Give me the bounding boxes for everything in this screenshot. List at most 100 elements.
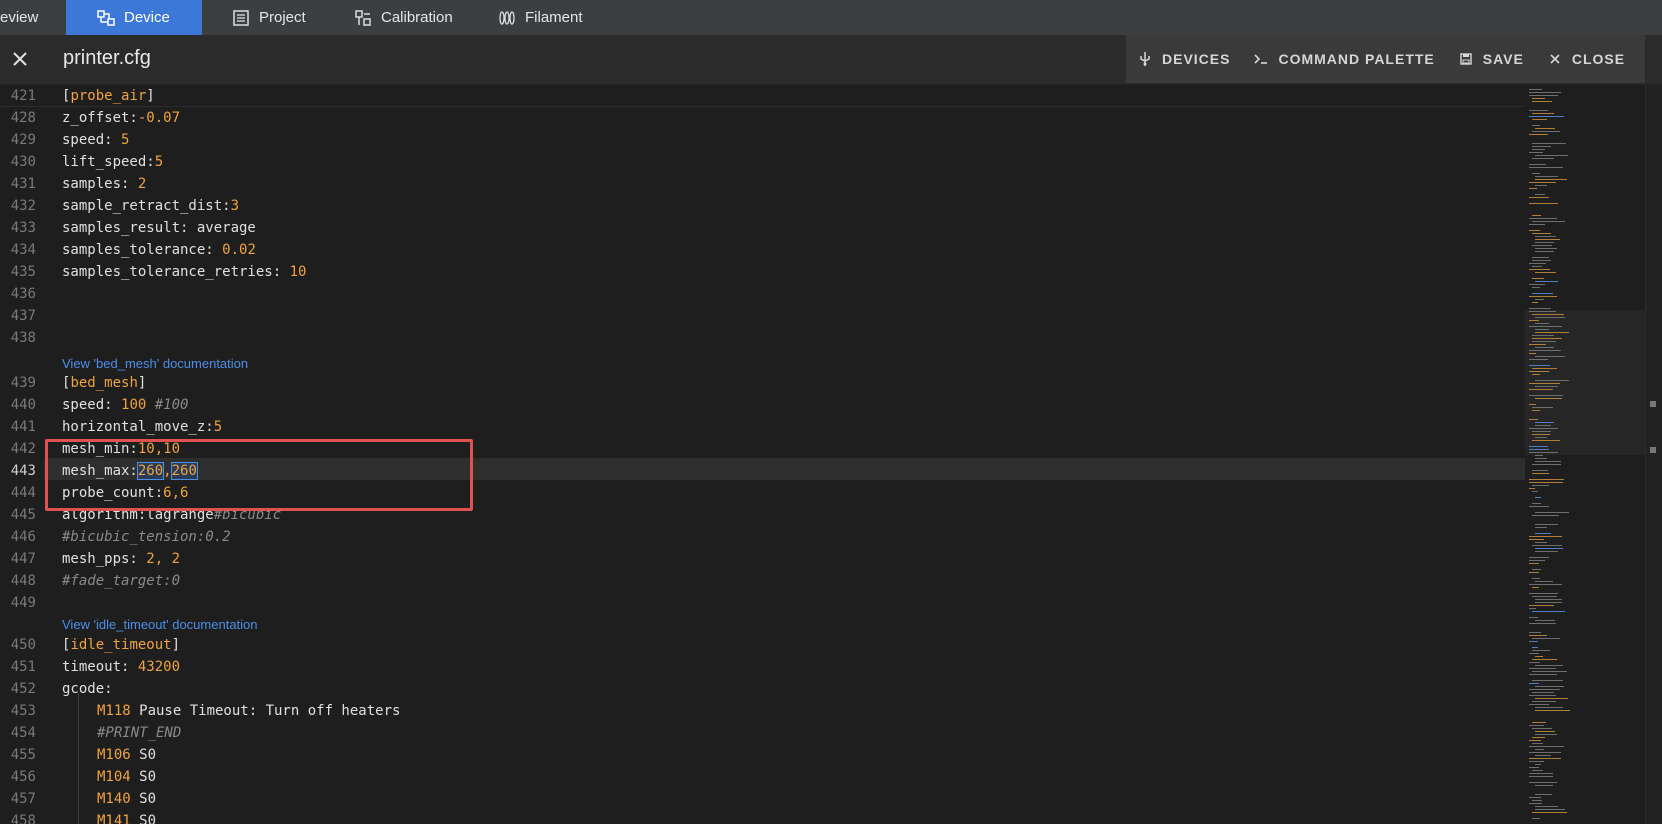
code-line[interactable]: 436: [0, 283, 1525, 305]
code-line[interactable]: 435 samples_tolerance_retries: 10: [0, 261, 1525, 283]
code-line[interactable]: 432 sample_retract_dist:3: [0, 195, 1525, 217]
minimap-line: [1532, 98, 1545, 99]
minimap-line: [1529, 668, 1556, 669]
minimap-line: [1532, 692, 1554, 693]
tab-project[interactable]: Project: [232, 0, 306, 35]
minimap-line: [1535, 764, 1541, 765]
code-line[interactable]: 447 mesh_pps: 2, 2: [0, 548, 1525, 570]
minimap-line: [1529, 152, 1543, 153]
code-line[interactable]: 457 M140 S0: [0, 788, 1525, 810]
devices-button[interactable]: DEVICES: [1126, 35, 1242, 83]
tab-device[interactable]: Device: [66, 0, 202, 35]
code-line[interactable]: 437: [0, 305, 1525, 327]
code-line[interactable]: 449: [0, 592, 1525, 614]
code-line[interactable]: 440 speed: 100 #100: [0, 394, 1525, 416]
close-editor-icon[interactable]: [8, 47, 32, 71]
line-text: [bed_mesh]: [62, 375, 147, 391]
minimap-line: [1535, 533, 1551, 534]
line-number: 456: [10, 769, 36, 785]
minimap-line: [1535, 542, 1547, 543]
code-line[interactable]: 441 horizontal_move_z:5: [0, 416, 1525, 438]
minimap-line: [1529, 563, 1539, 564]
line-number: 454: [10, 725, 36, 741]
minimap-line: [1529, 428, 1558, 429]
minimap-line: [1529, 110, 1548, 111]
tab-calibration[interactable]: Calibration: [354, 0, 453, 35]
save-button[interactable]: SAVE: [1447, 35, 1536, 83]
minimap-line: [1532, 368, 1557, 369]
minimap-line: [1535, 581, 1553, 582]
minimap-line: [1535, 242, 1554, 243]
minimap[interactable]: [1525, 85, 1645, 824]
minimap-line: [1532, 410, 1540, 411]
code-line[interactable]: 450 [idle_timeout]: [0, 634, 1525, 656]
code-line[interactable]: 458 M141 S0: [0, 810, 1525, 824]
minimap-line: [1529, 404, 1536, 405]
code-line[interactable]: 456 M104 S0: [0, 766, 1525, 788]
command-palette-button[interactable]: COMMAND PALETTE: [1242, 35, 1446, 83]
code-editor[interactable]: 421 [probe_air] 428 z_offset:-0.07 429 s…: [0, 85, 1530, 824]
minimap-line: [1532, 647, 1538, 648]
minimap-line: [1532, 578, 1540, 579]
code-line[interactable]: 453 M118 Pause Timeout: Turn off heaters: [0, 700, 1525, 722]
minimap-line: [1532, 470, 1548, 471]
line-number: 438: [10, 330, 36, 346]
code-line[interactable]: 433 samples_result: average: [0, 217, 1525, 239]
line-number: 431: [10, 176, 36, 192]
line-text: speed: 100 #100: [62, 397, 189, 413]
minimap-line: [1529, 449, 1549, 450]
line-text: #fade_target:0: [62, 573, 181, 589]
code-line[interactable]: 430 lift_speed:5: [0, 151, 1525, 173]
minimap-line: [1532, 293, 1553, 294]
line-text: M141 S0: [97, 813, 157, 824]
minimap-line: [1529, 641, 1538, 642]
code-line[interactable]: 454 #PRINT_END: [0, 722, 1525, 744]
minimap-line: [1535, 317, 1565, 318]
code-line[interactable]: 451 timeout: 43200: [0, 656, 1525, 678]
code-line[interactable]: 448 #fade_target:0: [0, 570, 1525, 592]
minimap-line: [1535, 251, 1554, 252]
code-line[interactable]: 452 gcode:: [0, 678, 1525, 700]
minimap-line: [1529, 89, 1542, 90]
code-line[interactable]: 446 #bicubic_tension:0.2: [0, 526, 1525, 548]
minimap-line: [1535, 527, 1547, 528]
close-button[interactable]: CLOSE: [1536, 35, 1637, 83]
minimap-line: [1529, 188, 1537, 189]
code-line[interactable]: 455 M106 S0: [0, 744, 1525, 766]
bed-mesh-documentation-link[interactable]: View 'bed_mesh' documentation: [62, 356, 248, 371]
minimap-line: [1529, 320, 1539, 321]
tab-filament[interactable]: Filament: [498, 0, 583, 35]
vertical-scrollbar[interactable]: [1645, 85, 1662, 824]
top-navigation: eview Device Project Calibration Filamen…: [0, 0, 1662, 35]
file-name: printer.cfg: [63, 47, 151, 69]
minimap-line: [1532, 215, 1541, 216]
minimap-line: [1529, 797, 1541, 798]
line-text: M106 S0: [97, 747, 157, 763]
minimap-line: [1532, 335, 1554, 336]
code-line[interactable]: 428 z_offset:-0.07: [0, 107, 1525, 129]
save-label: SAVE: [1482, 51, 1524, 67]
minimap-line: [1532, 545, 1562, 546]
line-number: 429: [10, 132, 36, 148]
minimap-line: [1532, 818, 1540, 819]
code-line[interactable]: 431 samples: 2: [0, 173, 1525, 195]
minimap-line: [1535, 455, 1543, 456]
tab-preview[interactable]: eview: [0, 0, 66, 35]
minimap-line: [1529, 695, 1556, 696]
sticky-scroll-line[interactable]: 421 [probe_air]: [0, 85, 1525, 107]
minimap-line: [1535, 176, 1558, 177]
idle-timeout-documentation-link[interactable]: View 'idle_timeout' documentation: [62, 617, 258, 632]
code-line[interactable]: 434 samples_tolerance: 0.02: [0, 239, 1525, 261]
minimap-line: [1535, 323, 1549, 324]
minimap-line: [1529, 482, 1563, 483]
minimap-line: [1532, 221, 1565, 222]
minimap-line: [1535, 524, 1558, 525]
code-line[interactable]: 429 speed: 5: [0, 129, 1525, 151]
indent-guide: [78, 693, 79, 824]
code-line[interactable]: 439 [bed_mesh]: [0, 372, 1525, 394]
minimap-line: [1532, 611, 1565, 612]
code-line[interactable]: 438: [0, 327, 1525, 349]
line-number: 432: [10, 198, 36, 214]
line-text: M104 S0: [97, 769, 157, 785]
minimap-line: [1532, 374, 1540, 375]
